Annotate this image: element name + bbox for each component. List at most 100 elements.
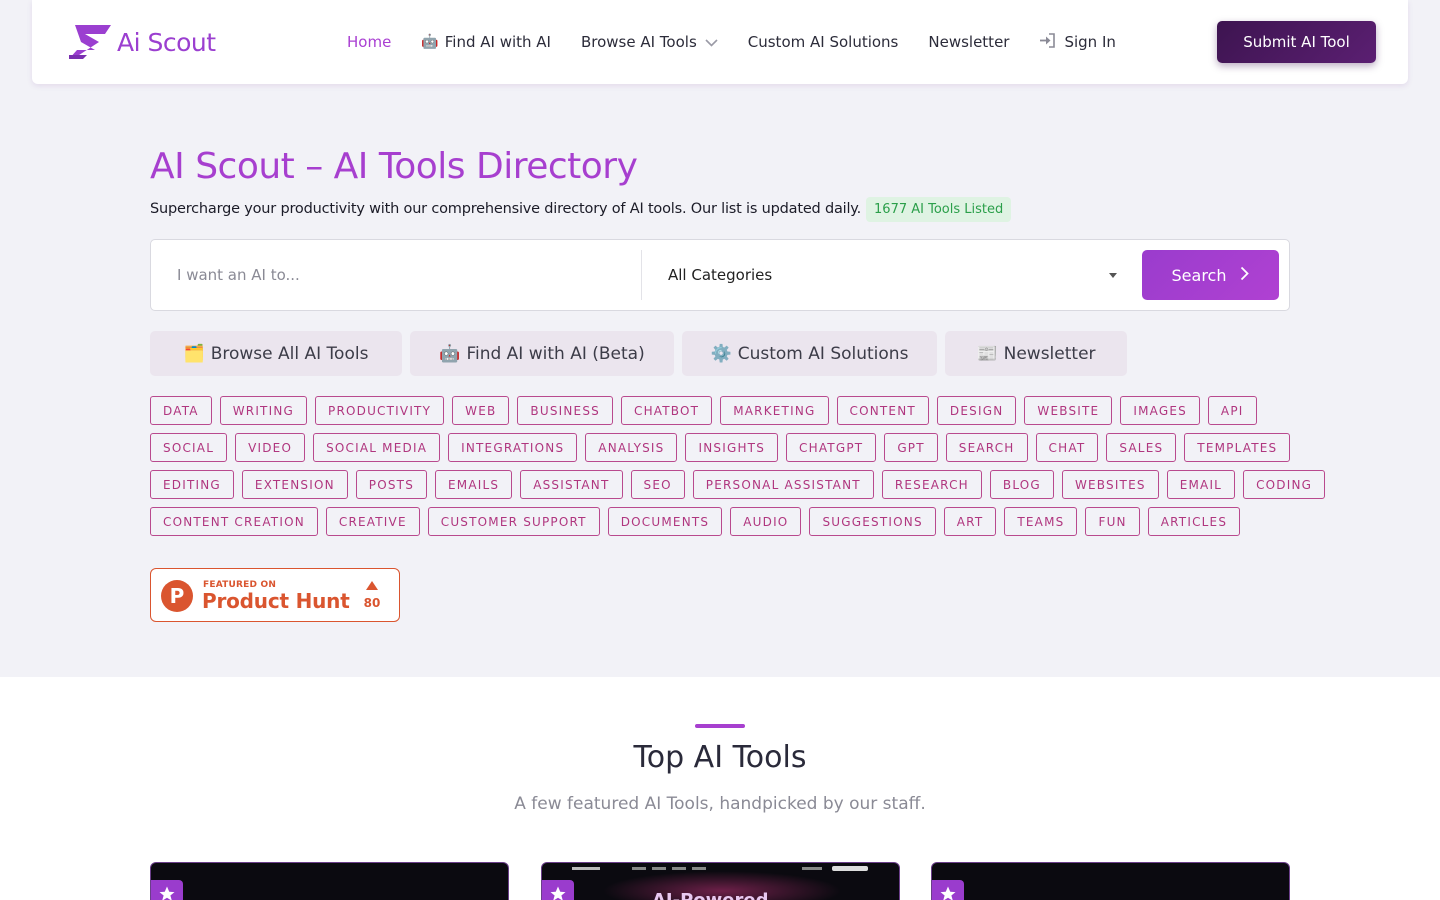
tag-personal-assistant[interactable]: PERSONAL ASSISTANT xyxy=(692,470,874,499)
chevron-right-icon xyxy=(1240,266,1250,285)
tools-count-badge: 1677 AI Tools Listed xyxy=(866,196,1012,222)
nav-find-ai[interactable]: 🤖 Find AI with AI xyxy=(421,33,551,51)
tag-documents[interactable]: DOCUMENTS xyxy=(607,507,723,536)
nav-home[interactable]: Home xyxy=(347,33,391,51)
tag-art[interactable]: ART xyxy=(943,507,997,536)
tag-row: EDITING EXTENSION POSTS EMAILS ASSISTANT SEO P… xyxy=(150,470,1326,499)
quick-link-label: Browse All AI Tools xyxy=(210,343,369,364)
tool-card[interactable] xyxy=(931,862,1290,900)
product-hunt-name: Product Hunt xyxy=(202,589,350,613)
category-select[interactable]: All Categories xyxy=(668,250,1128,300)
logo-icon xyxy=(69,25,111,59)
nav-find-ai-label: Find AI with AI xyxy=(444,33,551,51)
tag-assistant[interactable]: ASSISTANT xyxy=(520,470,623,499)
section-subtitle: A few featured AI Tools, handpicked by o… xyxy=(514,794,926,814)
nav-sign-in-label: Sign In xyxy=(1064,33,1116,51)
tag-sales[interactable]: SALES xyxy=(1106,433,1177,462)
tag-email[interactable]: EMAIL xyxy=(1166,470,1236,499)
tag-writing[interactable]: WRITING xyxy=(219,396,308,425)
tag-productivity[interactable]: PRODUCTIVITY xyxy=(315,396,445,425)
quick-link-find-ai[interactable]: 🤖 Find AI with AI (Beta) xyxy=(410,331,674,376)
tag-research[interactable]: RESEARCH xyxy=(881,470,982,499)
logo[interactable]: Ai Scout xyxy=(69,24,216,60)
tag-suggestions[interactable]: SUGGESTIONS xyxy=(809,507,936,536)
folder-icon: 🗂️ xyxy=(183,343,205,364)
quick-links: 🗂️ Browse All AI Tools 🤖 Find AI with AI… xyxy=(150,331,1135,376)
gear-icon: ⚙️ xyxy=(710,343,732,364)
hero-subtitle-row: Supercharge your productivity with our c… xyxy=(150,196,1012,222)
quick-link-custom-solutions[interactable]: ⚙️ Custom AI Solutions xyxy=(682,331,937,376)
tag-chatgpt[interactable]: CHATGPT xyxy=(786,433,877,462)
nav-sign-in[interactable]: Sign In xyxy=(1039,32,1116,52)
tag-content-creation[interactable]: CONTENT CREATION xyxy=(150,507,318,536)
hero-subtitle: Supercharge your productivity with our c… xyxy=(150,201,862,217)
nav-newsletter[interactable]: Newsletter xyxy=(928,33,1009,51)
tag-data[interactable]: DATA xyxy=(150,396,212,425)
tag-business[interactable]: BUSINESS xyxy=(517,396,613,425)
tag-posts[interactable]: POSTS xyxy=(355,470,428,499)
submit-tool-button[interactable]: Submit AI Tool xyxy=(1217,21,1376,63)
tag-web[interactable]: WEB xyxy=(452,396,510,425)
tag-website[interactable]: WEBSITE xyxy=(1024,396,1113,425)
nav-custom-solutions[interactable]: Custom AI Solutions xyxy=(748,33,899,51)
tag-articles[interactable]: ARTICLES xyxy=(1147,507,1241,536)
tag-images[interactable]: IMAGES xyxy=(1120,396,1200,425)
tag-teams[interactable]: TEAMS xyxy=(1004,507,1078,536)
tag-cloud: DATA WRITING PRODUCTIVITY WEB BUSINESS CHATBO… xyxy=(150,396,1326,544)
tag-integrations[interactable]: INTEGRATIONS xyxy=(448,433,578,462)
nav-custom-solutions-label: Custom AI Solutions xyxy=(747,33,899,51)
tag-extension[interactable]: EXTENSION xyxy=(241,470,348,499)
tag-seo[interactable]: SEO xyxy=(630,470,685,499)
tag-emails[interactable]: EMAILS xyxy=(435,470,513,499)
product-hunt-badge[interactable]: P FEATURED ON Product Hunt 80 xyxy=(150,568,400,622)
robot-icon: 🤖 xyxy=(421,34,439,50)
tag-insights[interactable]: INSIGHTS xyxy=(685,433,779,462)
tag-editing[interactable]: EDITING xyxy=(150,470,234,499)
tag-api[interactable]: API xyxy=(1207,396,1257,425)
tag-creative[interactable]: CREATIVE xyxy=(325,507,420,536)
tag-content[interactable]: CONTENT xyxy=(836,396,929,425)
tag-social-media[interactable]: SOCIAL MEDIA xyxy=(313,433,441,462)
tag-analysis[interactable]: ANALYSIS xyxy=(585,433,678,462)
card-preview-nav xyxy=(572,866,868,871)
tag-websites[interactable]: WEBSITES xyxy=(1061,470,1159,499)
tag-templates[interactable]: TEMPLATES xyxy=(1184,433,1291,462)
tag-search[interactable]: SEARCH xyxy=(945,433,1028,462)
tag-chat[interactable]: CHAT xyxy=(1035,433,1099,462)
tag-coding[interactable]: CODING xyxy=(1243,470,1326,499)
section-divider xyxy=(695,724,745,728)
tag-audio[interactable]: AUDIO xyxy=(730,507,802,536)
category-select-value: All Categories xyxy=(668,266,773,284)
quick-link-newsletter[interactable]: 📰 Newsletter xyxy=(945,331,1127,376)
tag-chatbot[interactable]: CHATBOT xyxy=(620,396,713,425)
search-input[interactable] xyxy=(159,250,633,300)
tag-video[interactable]: VIDEO xyxy=(235,433,306,462)
tag-customer-support[interactable]: CUSTOMER SUPPORT xyxy=(427,507,600,536)
nav-browse-tools[interactable]: Browse AI Tools xyxy=(581,33,718,51)
card-preview-headline: AI-Powered xyxy=(652,890,768,900)
tag-social[interactable]: SOCIAL xyxy=(150,433,228,462)
newspaper-icon: 📰 xyxy=(976,343,998,364)
quick-link-browse-all[interactable]: 🗂️ Browse All AI Tools xyxy=(150,331,402,376)
sign-in-icon xyxy=(1039,32,1056,52)
quick-link-label: Custom AI Solutions xyxy=(737,343,909,364)
tag-row: CONTENT CREATION CREATIVE CUSTOMER SUPPORT… xyxy=(150,507,1290,536)
robot-icon: 🤖 xyxy=(439,343,461,364)
search-button[interactable]: Search xyxy=(1142,250,1279,300)
navbar: Ai Scout Home 🤖 Find AI with AI Browse A… xyxy=(32,0,1408,84)
tool-card[interactable]: AI-Powered xyxy=(541,862,900,900)
page-title: AI Scout – AI Tools Directory xyxy=(150,146,638,187)
tag-gpt[interactable]: GPT xyxy=(884,433,938,462)
tag-fun[interactable]: FUN xyxy=(1085,507,1140,536)
main-nav: Home 🤖 Find AI with AI Browse AI Tools C… xyxy=(347,30,1146,54)
featured-star-icon xyxy=(932,880,964,900)
nav-home-label: Home xyxy=(347,33,392,51)
tag-marketing[interactable]: MARKETING xyxy=(720,396,829,425)
featured-star-icon xyxy=(542,880,574,900)
nav-browse-tools-label: Browse AI Tools xyxy=(580,33,697,51)
caret-down-icon xyxy=(1109,273,1117,278)
tag-row: SOCIAL VIDEO SOCIAL MEDIA INTEGRATIONS ANALY… xyxy=(150,433,1291,462)
tool-card[interactable] xyxy=(150,862,509,900)
tag-blog[interactable]: BLOG xyxy=(989,470,1054,499)
tag-design[interactable]: DESIGN xyxy=(936,396,1017,425)
